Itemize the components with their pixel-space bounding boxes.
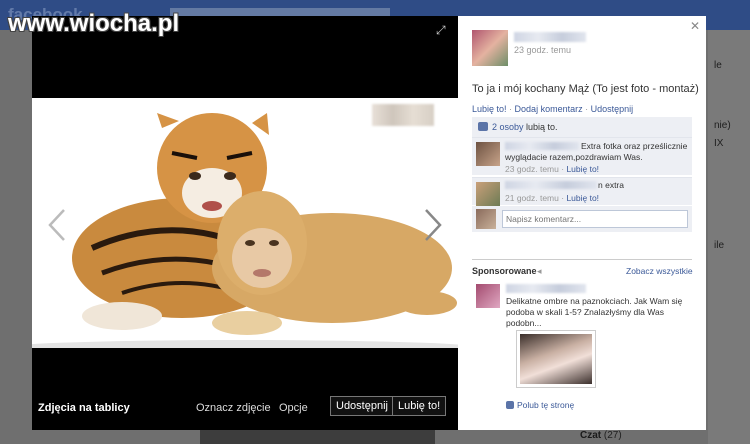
background-bottom-strip	[200, 430, 435, 444]
comment-input[interactable]	[502, 210, 688, 228]
photo-action-bar: Zdjęcia na tablicy Oznacz zdjęcie Opcje …	[32, 388, 458, 430]
likes-count-link[interactable]: 2 osoby	[492, 122, 524, 132]
thumbs-up-icon	[506, 401, 514, 409]
comment-item: n extra 21 godz. temu · Lubię to!	[472, 177, 692, 206]
photo-viewer: ⤢ Zdjęcia na tablicy Oznacz zdjęcie Opcj…	[32, 16, 458, 430]
watermark: www.wiocha.pl	[8, 10, 180, 37]
blurred-name-tag	[372, 104, 434, 126]
likes-suffix: lubią to.	[523, 122, 558, 132]
share-button[interactable]: Udostępnij	[330, 396, 394, 416]
author-avatar[interactable]	[472, 30, 508, 66]
post-actions: Lubię to! · Dodaj komentarz · Udostępnij	[472, 104, 634, 114]
comment-text: n extra	[598, 180, 624, 190]
share-link[interactable]: Udostępnij	[591, 104, 634, 114]
expand-icon[interactable]: ⤢	[436, 24, 448, 36]
post-text: To ja i mój kochany Mąż (To jest foto - …	[472, 83, 699, 95]
blurred-commenter-name	[505, 181, 597, 189]
commenter-avatar[interactable]	[476, 182, 500, 206]
chevron-right-icon[interactable]	[422, 208, 444, 242]
comment-composer	[472, 206, 692, 232]
close-icon[interactable]: ✕	[690, 19, 700, 33]
background-right-column: le nie) IX ile	[708, 30, 750, 444]
photo	[32, 98, 458, 348]
chat-title: Czat	[580, 430, 602, 441]
likes-summary: 2 osoby lubią to.	[472, 117, 692, 137]
divider	[472, 259, 692, 260]
comment-like-link[interactable]: Lubię to!	[566, 164, 599, 174]
background-label: le	[714, 60, 722, 71]
advertiser-avatar[interactable]	[476, 284, 500, 308]
post-side-panel: ✕ 23 godz. temu To ja i mój kochany Mąż …	[458, 16, 706, 430]
like-page-link[interactable]: Polub tę stronę	[506, 400, 574, 410]
comment-like-link[interactable]: Lubię to!	[566, 193, 599, 203]
megaphone-icon[interactable]: ◂	[537, 266, 542, 277]
blurred-advertiser-name	[506, 284, 586, 293]
comment-meta: 23 godz. temu · Lubię to!	[505, 164, 600, 174]
comment-link[interactable]: Dodaj komentarz	[515, 104, 583, 114]
thumbs-up-icon	[478, 122, 488, 131]
comment-time[interactable]: 21 godz. temu	[505, 193, 559, 203]
ad-text[interactable]: Delikatne ombre na paznokciach. Jak Wam …	[506, 296, 690, 329]
chevron-left-icon[interactable]	[46, 208, 68, 242]
post-time[interactable]: 23 godz. temu	[514, 45, 571, 55]
blurred-author-name	[514, 32, 586, 42]
nails-photo	[520, 334, 592, 384]
like-button[interactable]: Lubię to!	[392, 396, 447, 416]
background-label: IX	[714, 138, 724, 149]
chat-count: (27)	[603, 430, 622, 441]
tag-photo-link[interactable]: Oznacz zdjęcie	[196, 402, 271, 414]
tiger-cubs-image	[32, 113, 458, 348]
comment-time[interactable]: 23 godz. temu	[505, 164, 559, 174]
ad-image[interactable]	[516, 330, 596, 388]
comment-meta: 21 godz. temu · Lubię to!	[505, 193, 600, 203]
like-link[interactable]: Lubię to!	[472, 104, 507, 114]
viewer-avatar	[476, 209, 496, 229]
likes-text: 2 osoby lubią to.	[492, 122, 558, 132]
album-title[interactable]: Zdjęcia na tablicy	[38, 402, 130, 414]
like-page-label: Polub tę stronę	[517, 400, 575, 410]
comment-text: Extra fotka oraz prześlicznie wyglądacie…	[505, 141, 688, 162]
background-label: nie)	[714, 120, 731, 131]
background-label: ile	[714, 240, 725, 251]
sponsored-title: Sponsorowane	[472, 266, 537, 276]
commenter-avatar[interactable]	[476, 142, 500, 166]
chat-label[interactable]: Czat (27)	[580, 430, 622, 441]
options-link[interactable]: Opcje	[279, 402, 308, 414]
comment-item: Extra fotka oraz prześlicznie wyglądacie…	[472, 137, 692, 175]
see-all-link[interactable]: Zobacz wszystkie	[626, 266, 693, 276]
